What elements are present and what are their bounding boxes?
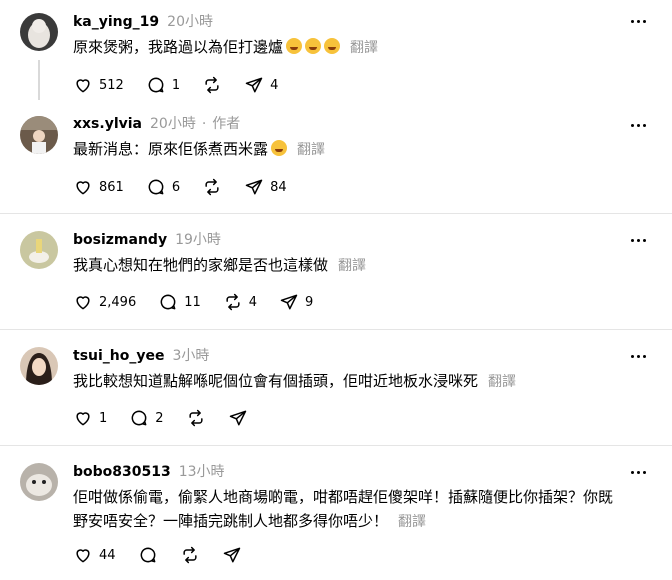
reply-button[interactable]: 6	[146, 177, 180, 197]
timestamp[interactable]: 3小時	[173, 345, 210, 365]
rolling-laughing-emoji	[286, 38, 303, 54]
comment-icon	[160, 294, 176, 310]
share-count: 9	[305, 294, 314, 310]
reply-button[interactable]: 2	[129, 408, 164, 428]
avatar[interactable]	[20, 463, 58, 501]
repost-icon	[182, 546, 197, 564]
username[interactable]: bosizmandy	[73, 232, 167, 248]
more-options-icon[interactable]	[626, 11, 650, 31]
like-count: 861	[99, 179, 124, 195]
like-button[interactable]: 512	[73, 75, 124, 95]
repost-icon	[205, 178, 219, 196]
translate-link[interactable]: 翻譯	[398, 514, 426, 530]
reply-button[interactable]: 11	[158, 292, 201, 312]
username[interactable]: ka_ying_19	[73, 14, 159, 30]
heart-icon	[76, 181, 90, 195]
send-icon	[245, 77, 263, 93]
like-count: 1	[99, 410, 108, 426]
heart-icon	[76, 79, 90, 93]
like-count: 512	[99, 77, 124, 93]
post-text-line: 野安唔安全？一陣插完跳制人地都多得你唔少！	[73, 512, 389, 530]
reply-button[interactable]	[138, 545, 158, 565]
share-button[interactable]: 84	[244, 177, 287, 197]
post-text: 最新消息：原來佢係煮西米露	[73, 140, 269, 158]
repost-button[interactable]	[186, 408, 206, 428]
avatar[interactable]	[20, 13, 58, 51]
heart-icon	[76, 412, 90, 426]
send-icon	[229, 410, 246, 426]
send-icon	[223, 547, 240, 563]
reply-count: 6	[171, 179, 181, 195]
send-icon	[245, 179, 263, 195]
repost-count: 4	[248, 294, 258, 310]
share-button[interactable]	[228, 408, 248, 428]
thread-line	[38, 60, 40, 100]
share-button[interactable]: 4	[244, 75, 278, 95]
reply-post: ka_ying_19 20小時 原來煲粥，我路過以為佢打邊爐 翻譯 512 1 4	[0, 0, 672, 110]
heart-icon	[76, 296, 90, 310]
repost-button[interactable]	[202, 75, 222, 95]
more-options-icon[interactable]	[626, 230, 650, 250]
send-icon	[280, 294, 298, 310]
share-button[interactable]	[222, 545, 242, 565]
reply-button[interactable]: 1	[146, 75, 180, 95]
rolling-laughing-emoji	[324, 38, 341, 54]
repost-button[interactable]	[202, 177, 222, 197]
username[interactable]: bobo830513	[73, 464, 171, 480]
repost-icon	[205, 76, 219, 94]
comment-icon	[140, 547, 155, 563]
like-count: 44	[99, 547, 116, 563]
reply-count: 11	[184, 294, 201, 310]
more-options-icon[interactable]	[626, 346, 650, 366]
post-text-line: 佢咁做係偷電，偷緊人地商場啲電，咁都唔趕佢傻架咩！插蘇隨便比你插架？你既	[73, 488, 614, 506]
translate-link[interactable]: 翻譯	[297, 142, 325, 158]
like-button[interactable]: 1	[73, 408, 107, 428]
avatar[interactable]	[20, 116, 58, 154]
reply-post: tsui_ho_yee 3小時 我比較想知道點解喺呢個位會有個插頭，佢咁近地板水…	[0, 330, 672, 445]
like-button[interactable]: 861	[73, 177, 124, 197]
repost-button[interactable]	[180, 545, 200, 565]
laughing-emoji	[271, 140, 288, 156]
post-text: 我真心想知在牠們的家鄉是否也這樣做	[73, 256, 329, 274]
username[interactable]: xxs.ylvia	[73, 116, 142, 132]
rolling-laughing-emoji	[305, 38, 322, 54]
more-options-icon[interactable]	[626, 462, 650, 482]
repost-icon	[226, 293, 240, 311]
post-text: 原來煲粥，我路過以為佢打邊爐	[73, 38, 284, 56]
username[interactable]: tsui_ho_yee	[73, 348, 165, 364]
like-button[interactable]: 2,496	[73, 292, 136, 312]
repost-button[interactable]: 4	[223, 292, 257, 312]
comment-icon	[148, 179, 164, 195]
share-count: 84	[270, 179, 287, 195]
like-count: 2,496	[99, 294, 137, 310]
timestamp[interactable]: 20小時	[150, 113, 196, 133]
post-text: 我比較想知道點解喺呢個位會有個插頭，佢咁近地板水浸咪死	[73, 372, 479, 390]
reply-count: 2	[155, 410, 164, 426]
translate-link[interactable]: 翻譯	[338, 258, 366, 274]
comment-icon	[148, 77, 164, 93]
author-tag: 作者	[212, 116, 241, 132]
avatar[interactable]	[20, 347, 58, 385]
repost-icon	[188, 409, 203, 427]
reply-post: bobo830513 13小時 佢咁做係偷電，偷緊人地商場啲電，咁都唔趕佢傻架咩…	[0, 446, 672, 580]
reply-count: 1	[171, 77, 181, 93]
replies-feed: ka_ying_19 20小時 原來煲粥，我路過以為佢打邊爐 翻譯 512 1 4	[0, 0, 672, 580]
like-button[interactable]: 44	[73, 545, 116, 565]
heart-icon	[76, 549, 90, 563]
timestamp[interactable]: 19小時	[175, 229, 221, 249]
share-button[interactable]: 9	[279, 292, 313, 312]
reply-post: bosizmandy 19小時 我真心想知在牠們的家鄉是否也這樣做 翻譯 2,49…	[0, 214, 672, 329]
comment-icon	[131, 410, 147, 426]
translate-link[interactable]: 翻譯	[350, 40, 378, 56]
more-options-icon[interactable]	[626, 115, 650, 135]
timestamp[interactable]: 13小時	[179, 461, 225, 481]
separator-dot: ·	[201, 116, 207, 132]
translate-link[interactable]: 翻譯	[488, 374, 516, 390]
reply-post: xxs.ylvia 20小時 · 作者 最新消息：原來佢係煮西米露 翻譯 861 …	[0, 110, 672, 214]
timestamp[interactable]: 20小時	[167, 11, 213, 31]
avatar[interactable]	[20, 231, 58, 269]
share-count: 4	[270, 77, 279, 93]
